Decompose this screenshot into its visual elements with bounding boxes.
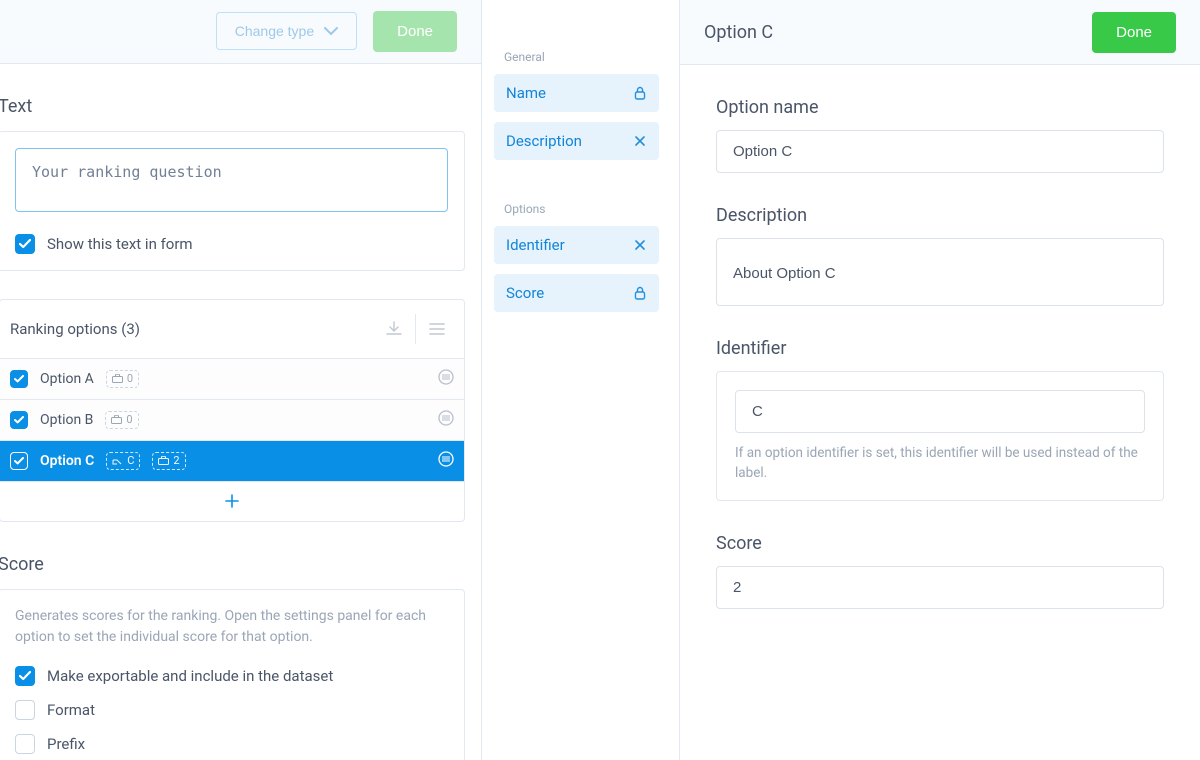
right-done-label: Done bbox=[1116, 24, 1152, 41]
close-icon[interactable] bbox=[633, 134, 647, 148]
question-input[interactable] bbox=[15, 148, 448, 212]
row-settings-icon[interactable] bbox=[438, 410, 454, 430]
identifier-input[interactable] bbox=[735, 390, 1145, 433]
score-section-title: Score bbox=[0, 554, 465, 575]
format-row: Format bbox=[15, 700, 448, 720]
right-body: Option name Description Identifier If an… bbox=[680, 65, 1200, 641]
property-sidebar: General Name Description Options Identif… bbox=[482, 0, 680, 760]
identifier-box: If an option identifier is set, this ide… bbox=[716, 371, 1164, 501]
identifier-badge: C bbox=[106, 452, 140, 469]
option-label: Option C bbox=[40, 453, 94, 469]
lock-icon bbox=[633, 286, 647, 300]
score-card: Generates scores for the ranking. Open t… bbox=[0, 589, 465, 760]
left-panel: Change type Done Text Show this bbox=[0, 0, 482, 760]
description-input[interactable] bbox=[716, 238, 1164, 306]
general-heading: General bbox=[494, 46, 667, 74]
option-label: Option B bbox=[40, 412, 93, 428]
menu-icon[interactable] bbox=[416, 314, 458, 344]
option-checkbox[interactable] bbox=[10, 411, 28, 429]
score-badge-value: 0 bbox=[127, 372, 133, 385]
score-badge: 0 bbox=[105, 411, 138, 428]
left-done-button[interactable]: Done bbox=[373, 11, 457, 52]
text-section-title: Text bbox=[0, 96, 481, 117]
options-heading: Options bbox=[494, 198, 667, 226]
option-name-label: Option name bbox=[716, 97, 1164, 118]
option-row[interactable]: Option B 0 bbox=[0, 399, 464, 440]
briefcase-icon bbox=[158, 456, 169, 465]
pill-description-label: Description bbox=[506, 132, 582, 150]
import-icon[interactable] bbox=[373, 314, 415, 344]
right-panel: Option C Done Option name Description Id… bbox=[680, 0, 1200, 760]
left-body: Text Show this text in form Ranking opti… bbox=[0, 64, 481, 760]
description-field: Description bbox=[716, 205, 1164, 306]
score-badge-value: 2 bbox=[173, 454, 179, 467]
description-label: Description bbox=[716, 205, 1164, 226]
change-type-button[interactable]: Change type bbox=[216, 12, 357, 50]
tag-icon bbox=[112, 456, 123, 465]
score-badge-value: 0 bbox=[126, 413, 132, 426]
right-done-button[interactable]: Done bbox=[1092, 12, 1176, 53]
plus-icon bbox=[224, 493, 240, 509]
pill-identifier[interactable]: Identifier bbox=[494, 226, 659, 264]
right-topbar: Option C Done bbox=[680, 0, 1200, 65]
left-done-label: Done bbox=[397, 23, 433, 40]
pill-name[interactable]: Name bbox=[494, 74, 659, 112]
show-text-label: Show this text in form bbox=[47, 235, 193, 253]
lock-icon bbox=[633, 86, 647, 100]
chevron-down-icon bbox=[324, 27, 338, 36]
pill-score[interactable]: Score bbox=[494, 274, 659, 312]
exportable-row: Make exportable and include in the datas… bbox=[15, 666, 448, 686]
show-text-row: Show this text in form bbox=[15, 234, 448, 254]
change-type-label: Change type bbox=[235, 23, 314, 39]
pill-description[interactable]: Description bbox=[494, 122, 659, 160]
score-help: Generates scores for the ranking. Open t… bbox=[15, 606, 448, 648]
right-title: Option C bbox=[704, 22, 773, 43]
options-header-icons bbox=[373, 314, 458, 344]
identifier-hint: If an option identifier is set, this ide… bbox=[735, 443, 1145, 484]
show-text-checkbox[interactable] bbox=[15, 234, 35, 254]
option-checkbox[interactable] bbox=[10, 452, 28, 470]
close-icon[interactable] bbox=[633, 238, 647, 252]
option-row[interactable]: Option A 0 bbox=[0, 358, 464, 399]
score-label: Score bbox=[716, 533, 1164, 554]
prefix-label: Prefix bbox=[47, 735, 85, 753]
format-label: Format bbox=[47, 701, 95, 719]
add-option-button[interactable] bbox=[0, 481, 464, 521]
options-title: Ranking options (3) bbox=[10, 320, 140, 338]
options-header: Ranking options (3) bbox=[0, 300, 464, 358]
row-settings-icon[interactable] bbox=[438, 369, 454, 389]
identifier-badge-value: C bbox=[127, 454, 134, 467]
option-row-selected[interactable]: Option C C 2 bbox=[0, 440, 464, 481]
text-card: Show this text in form bbox=[0, 131, 465, 271]
option-name-input[interactable] bbox=[716, 130, 1164, 173]
option-name-field: Option name bbox=[716, 97, 1164, 173]
row-settings-icon[interactable] bbox=[438, 451, 454, 471]
exportable-label: Make exportable and include in the datas… bbox=[47, 667, 333, 685]
option-checkbox[interactable] bbox=[10, 370, 28, 388]
score-badge: 0 bbox=[106, 370, 139, 387]
format-checkbox[interactable] bbox=[15, 700, 35, 720]
exportable-checkbox[interactable] bbox=[15, 666, 35, 686]
identifier-label: Identifier bbox=[716, 338, 1164, 359]
options-card: Ranking options (3) bbox=[0, 299, 465, 522]
score-badge: 2 bbox=[152, 452, 185, 469]
pill-score-label: Score bbox=[506, 284, 544, 302]
briefcase-icon bbox=[112, 374, 123, 383]
option-label: Option A bbox=[40, 371, 94, 387]
identifier-field: Identifier If an option identifier is se… bbox=[716, 338, 1164, 501]
prefix-row: Prefix bbox=[15, 734, 448, 754]
score-input[interactable] bbox=[716, 566, 1164, 609]
prefix-checkbox[interactable] bbox=[15, 734, 35, 754]
score-field: Score bbox=[716, 533, 1164, 609]
app-root: Change type Done Text Show this bbox=[0, 0, 1200, 760]
briefcase-icon bbox=[111, 415, 122, 424]
pill-identifier-label: Identifier bbox=[506, 236, 565, 254]
pill-name-label: Name bbox=[506, 84, 546, 102]
left-topbar: Change type Done bbox=[0, 0, 481, 64]
